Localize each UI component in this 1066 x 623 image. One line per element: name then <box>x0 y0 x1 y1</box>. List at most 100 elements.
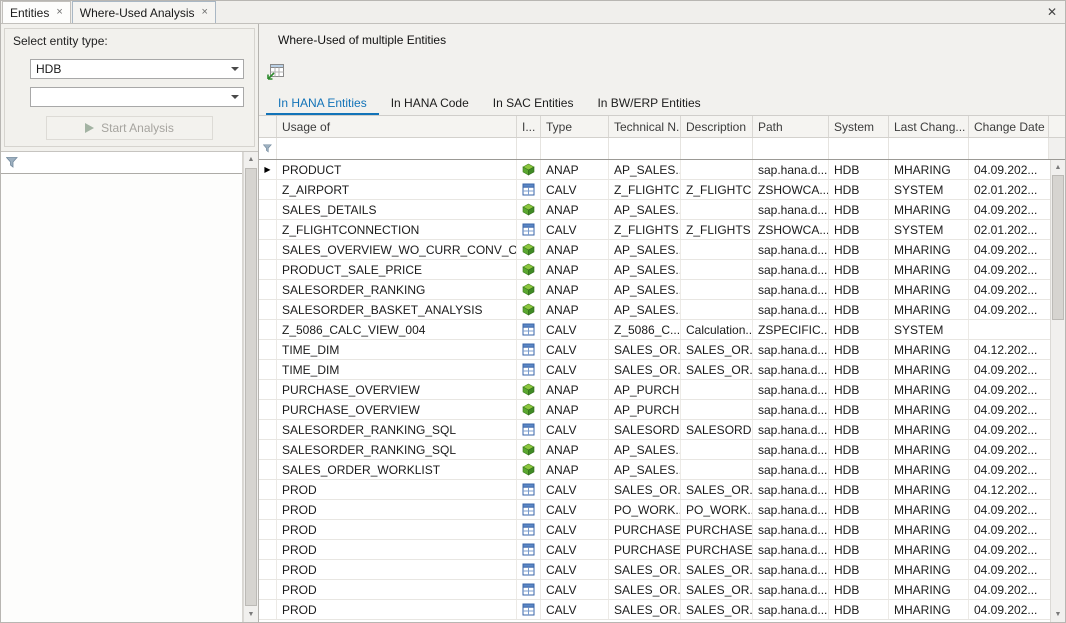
table-row[interactable]: PROD CALVPO_WORK...PO_WORK...sap.hana.d.… <box>259 500 1050 520</box>
table-row[interactable]: Z_AIRPORT CALVZ_FLIGHTC...Z_FLIGHTC...ZS… <box>259 180 1050 200</box>
filter-cell-technical-name[interactable] <box>609 138 681 159</box>
tab-close-icon[interactable]: × <box>56 7 62 18</box>
cell-last-changed-by: MHARING <box>889 260 969 279</box>
column-header-system[interactable]: System <box>829 116 889 137</box>
tab-in-bw-erp-entities[interactable]: In BW/ERP Entities <box>585 91 712 115</box>
filter-cell-system[interactable] <box>829 138 889 159</box>
cell-system: HDB <box>829 400 889 419</box>
entity-dropdown[interactable] <box>30 87 244 107</box>
filter-cell-type[interactable] <box>541 138 609 159</box>
table-row[interactable]: PROD CALVSALES_OR...SALES_OR...sap.hana.… <box>259 560 1050 580</box>
table-row[interactable]: ▶PRODUCT ANAPAP_SALES...sap.hana.d...HDB… <box>259 160 1050 180</box>
filter-cell-change-date[interactable] <box>969 138 1049 159</box>
cell-system: HDB <box>829 460 889 479</box>
grid-scrollbar[interactable]: ▲ ▼ <box>1050 160 1065 622</box>
cell-type: ANAP <box>541 280 609 299</box>
table-row[interactable]: PROD CALVSALES_OR...SALES_OR...sap.hana.… <box>259 480 1050 500</box>
cell-change-date: 04.09.202... <box>969 560 1050 579</box>
cell-type: CALV <box>541 420 609 439</box>
cell-type: ANAP <box>541 440 609 459</box>
scrollbar-track[interactable] <box>1051 175 1065 607</box>
table-row[interactable]: PRODUCT_SALE_PRICE ANAPAP_SALES...sap.ha… <box>259 260 1050 280</box>
close-icon[interactable]: ✕ <box>1039 1 1065 23</box>
table-row[interactable]: PURCHASE_OVERVIEW ANAPAP_PURCH...sap.han… <box>259 380 1050 400</box>
cell-path: sap.hana.d... <box>753 380 829 399</box>
calv-icon <box>522 543 535 556</box>
grid-filter-row <box>259 138 1065 160</box>
table-row[interactable]: SALES_ORDER_WORKLIST ANAPAP_SALES...sap.… <box>259 460 1050 480</box>
filter-cell-icon[interactable] <box>517 138 541 159</box>
scrollbar-thumb[interactable] <box>245 168 257 606</box>
tab-close-icon[interactable]: × <box>202 7 208 18</box>
scrollbar-thumb[interactable] <box>1052 175 1064 320</box>
scroll-up-icon[interactable]: ▲ <box>244 152 258 167</box>
tab-entities[interactable]: Entities × <box>2 1 71 23</box>
sidebar-scrollbar[interactable]: ▲ ▼ <box>243 152 258 622</box>
column-header-type[interactable]: Type <box>541 116 609 137</box>
tab-where-used-label: Where-Used Analysis <box>80 6 195 20</box>
table-row[interactable]: PROD CALVSALES_OR...SALES_OR...sap.hana.… <box>259 600 1050 620</box>
scroll-down-icon[interactable]: ▼ <box>244 607 258 622</box>
entity-type-group: Select entity type: HDB Start Analysis <box>4 28 255 147</box>
column-header-change-date[interactable]: Change Date <box>969 116 1049 137</box>
table-row[interactable]: SALES_DETAILS ANAPAP_SALES...sap.hana.d.… <box>259 200 1050 220</box>
column-header-technical-name[interactable]: Technical N... <box>609 116 681 137</box>
filter-cell-usage-of[interactable] <box>277 138 517 159</box>
cell-change-date <box>969 320 1050 339</box>
filter-cell-last-changed[interactable] <box>889 138 969 159</box>
table-row[interactable]: Z_5086_CALC_VIEW_004 CALVZ_5086_C...Calc… <box>259 320 1050 340</box>
column-header-description[interactable]: Description <box>681 116 753 137</box>
chevron-down-icon <box>231 95 239 99</box>
table-row[interactable]: PROD CALVPURCHASE...PURCHASE...sap.hana.… <box>259 520 1050 540</box>
cell-description <box>681 440 753 459</box>
table-row[interactable]: PROD CALVPURCHASE...PURCHASE...sap.hana.… <box>259 540 1050 560</box>
calv-icon <box>522 223 535 236</box>
filter-cell-path[interactable] <box>753 138 829 159</box>
table-row[interactable]: Z_FLIGHTCONNECTION CALVZ_FLIGHTSZ_FLIGHT… <box>259 220 1050 240</box>
calv-icon <box>522 563 535 576</box>
start-analysis-button[interactable]: Start Analysis <box>46 116 213 140</box>
tab-in-sac-entities[interactable]: In SAC Entities <box>481 91 586 115</box>
tree-filter-row[interactable] <box>1 152 242 174</box>
cell-description: SALES_OR... <box>681 560 753 579</box>
cell-system: HDB <box>829 600 889 619</box>
filter-icon-cell[interactable] <box>259 138 277 159</box>
dropdown-button[interactable] <box>226 60 243 78</box>
cell-path: sap.hana.d... <box>753 160 829 179</box>
scrollbar-track[interactable] <box>244 167 258 607</box>
tab-where-used-analysis[interactable]: Where-Used Analysis × <box>72 1 216 23</box>
table-row[interactable]: PROD CALVSALES_OR...SALES_OR...sap.hana.… <box>259 580 1050 600</box>
table-row[interactable]: TIME_DIM CALVSALES_OR...SALES_OR...sap.h… <box>259 340 1050 360</box>
cell-change-date: 02.01.202... <box>969 220 1050 239</box>
table-row[interactable]: SALESORDER_RANKING_SQL ANAPAP_SALES...sa… <box>259 440 1050 460</box>
column-header-usage-of[interactable]: Usage of <box>277 116 517 137</box>
table-row[interactable]: PURCHASE_OVERVIEW ANAPAP_PURCH...sap.han… <box>259 400 1050 420</box>
cell-path: sap.hana.d... <box>753 280 829 299</box>
cell-technical-name: SALES_OR... <box>609 580 681 599</box>
tab-in-hana-entities[interactable]: In HANA Entities <box>266 91 379 115</box>
scroll-down-icon[interactable]: ▼ <box>1051 607 1065 622</box>
cell-system: HDB <box>829 480 889 499</box>
export-excel-button[interactable] <box>265 62 285 82</box>
table-row[interactable]: SALES_OVERVIEW_WO_CURR_CONV_OPT ANAPAP_S… <box>259 240 1050 260</box>
cell-change-date: 04.09.202... <box>969 420 1050 439</box>
dropdown-button[interactable] <box>226 88 243 106</box>
row-indicator <box>259 320 277 339</box>
column-header-last-changed[interactable]: Last Chang... <box>889 116 969 137</box>
table-row[interactable]: SALESORDER_RANKING ANAPAP_SALES...sap.ha… <box>259 280 1050 300</box>
table-row[interactable]: TIME_DIM CALVSALES_OR...SALES_OR...sap.h… <box>259 360 1050 380</box>
cell-system: HDB <box>829 260 889 279</box>
cell-usage-of: PROD <box>277 480 517 499</box>
column-header-icon[interactable]: I... <box>517 116 541 137</box>
scroll-up-icon[interactable]: ▲ <box>1051 160 1065 175</box>
table-row[interactable]: SALESORDER_BASKET_ANALYSIS ANAPAP_SALES.… <box>259 300 1050 320</box>
column-header-path[interactable]: Path <box>753 116 829 137</box>
tab-in-hana-code[interactable]: In HANA Code <box>379 91 481 115</box>
cell-description <box>681 200 753 219</box>
tree-empty-area[interactable] <box>1 174 242 622</box>
cell-type: CALV <box>541 520 609 539</box>
table-row[interactable]: SALESORDER_RANKING_SQL CALVSALESORD...SA… <box>259 420 1050 440</box>
entity-type-dropdown[interactable]: HDB <box>30 59 244 79</box>
filter-cell-description[interactable] <box>681 138 753 159</box>
cell-change-date: 04.09.202... <box>969 200 1050 219</box>
